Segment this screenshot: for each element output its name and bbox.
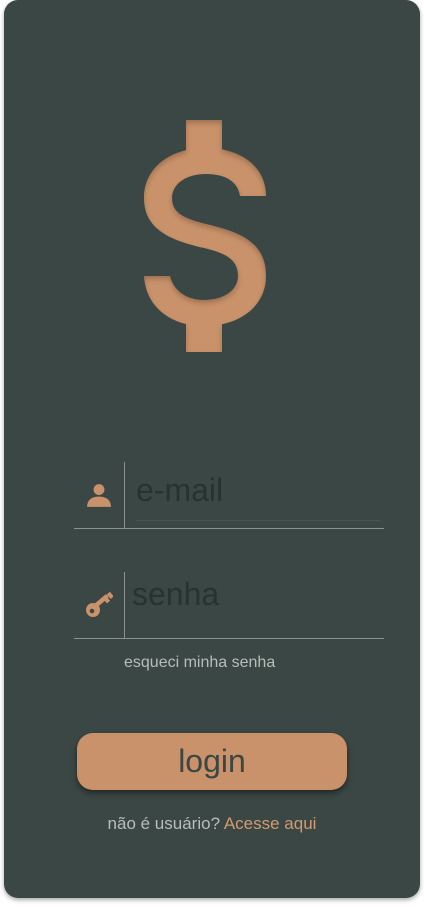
- email-input-underline: [136, 520, 380, 521]
- email-field-row: [74, 462, 386, 529]
- signup-prompt: não é usuário? Acesse aqui: [0, 814, 424, 834]
- signup-prompt-text: não é usuário?: [107, 814, 221, 833]
- email-input[interactable]: [136, 468, 386, 512]
- dollar-sign-icon: [134, 118, 274, 354]
- login-button[interactable]: login: [77, 733, 347, 790]
- field-divider: [124, 462, 125, 528]
- password-input[interactable]: [132, 572, 382, 616]
- field-divider: [124, 572, 125, 638]
- login-card: esqueci minha senha login não é usuário?…: [4, 0, 420, 898]
- key-icon: [74, 572, 124, 638]
- user-icon: [74, 462, 124, 528]
- forgot-password-link[interactable]: esqueci minha senha: [124, 654, 275, 672]
- password-field-row: [74, 572, 384, 639]
- signup-link[interactable]: Acesse aqui: [224, 814, 317, 833]
